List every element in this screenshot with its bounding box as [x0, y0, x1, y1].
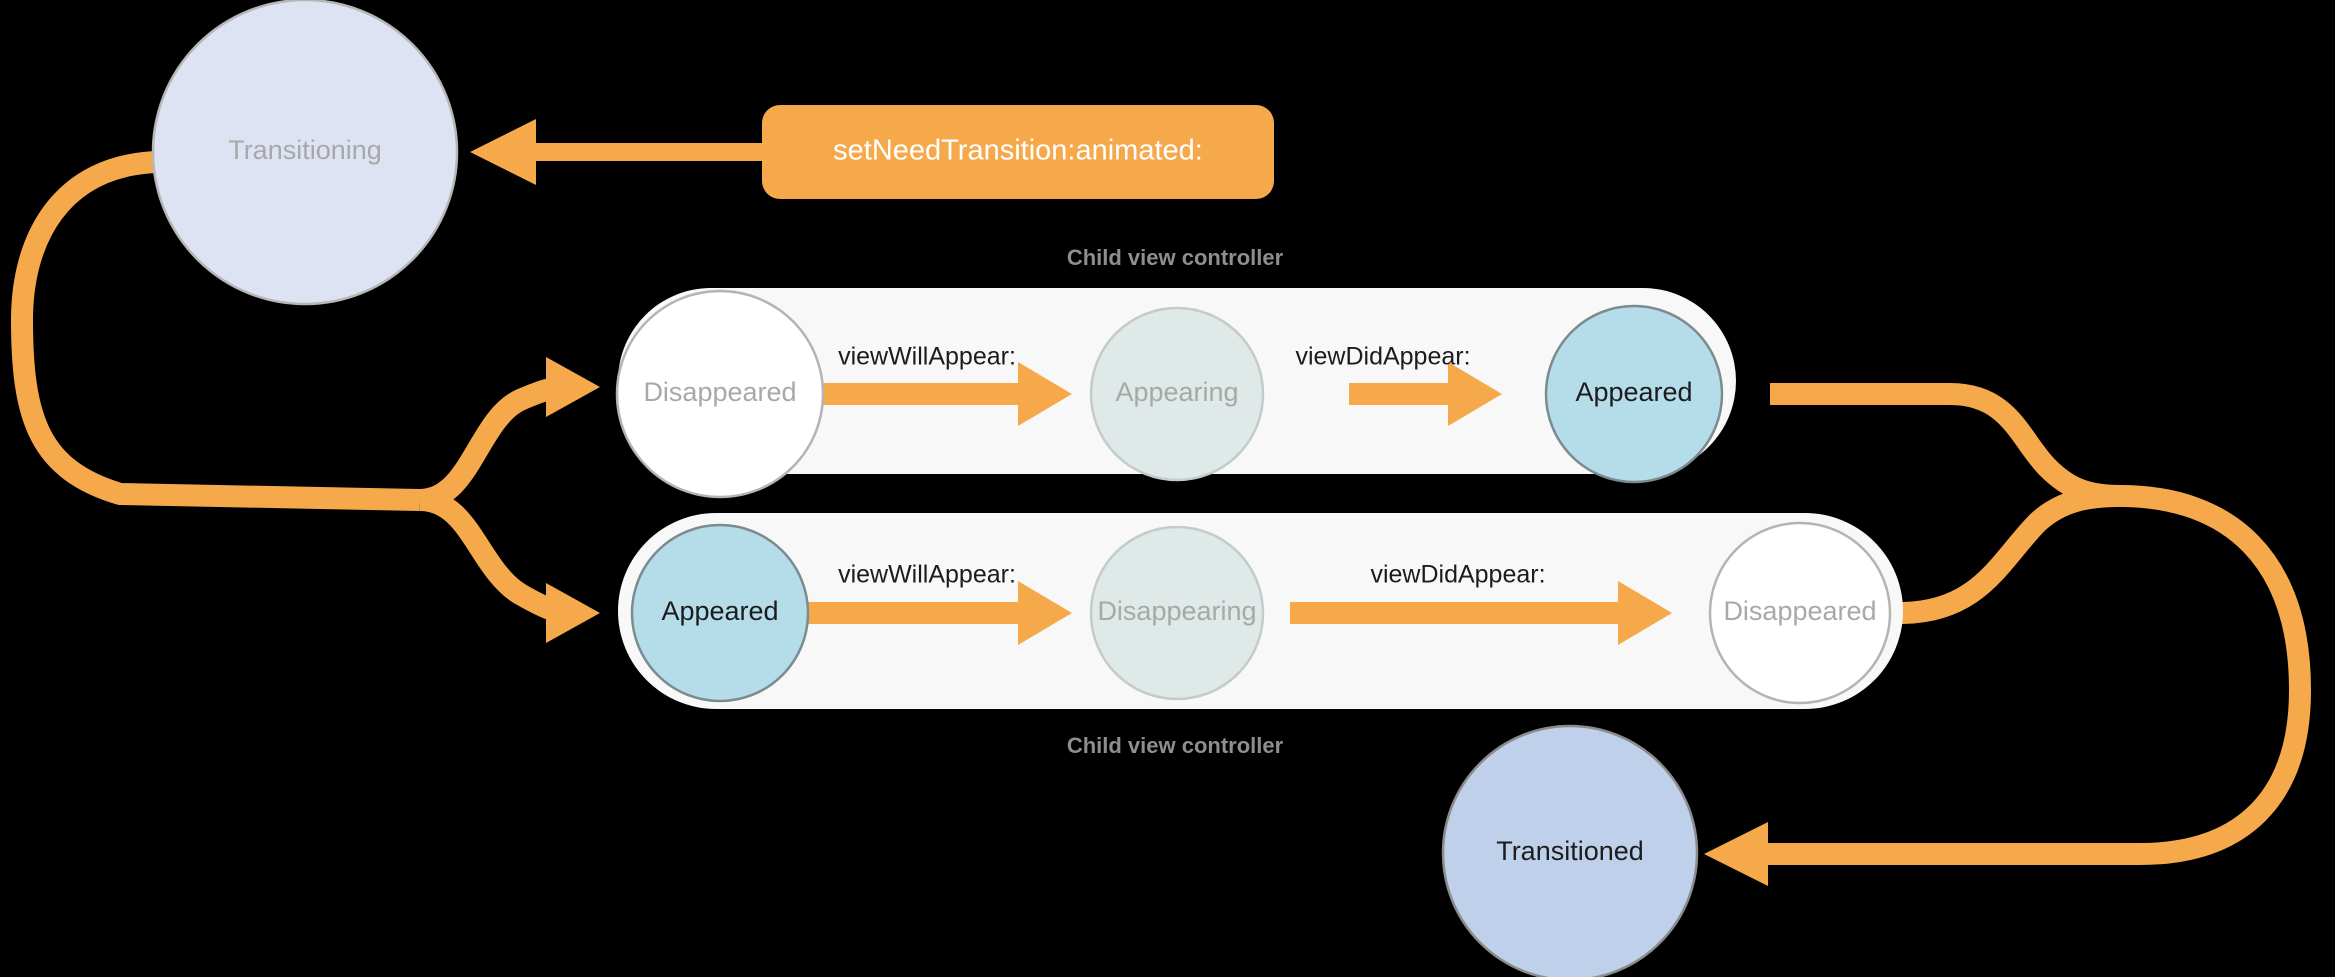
group-appearing-node-2[interactable]: Appearing [1089, 306, 1265, 482]
group-appearing-caption: Child view controller [1067, 245, 1284, 270]
group-disappearing-node-1[interactable]: Appeared [630, 523, 810, 703]
group-disappearing-node-3[interactable]: Disappeared [1708, 521, 1892, 705]
state-label-disappeared-2: Disappeared [1723, 596, 1876, 626]
state-label-appeared: Appeared [1575, 377, 1692, 407]
state-label-transitioned: Transitioned [1496, 836, 1644, 866]
connector-branch-lower [418, 489, 569, 623]
connector-group2-exit [1899, 485, 2121, 624]
state-node-transitioned[interactable]: Transitioned [1441, 724, 1699, 977]
state-label-disappearing: Disappearing [1097, 596, 1256, 626]
group-disappearing-node-2[interactable]: Disappearing [1089, 525, 1265, 701]
transition-label-will-appear-2: viewWillAppear: [838, 561, 1016, 589]
state-label-appearing: Appearing [1115, 377, 1238, 407]
group-appearing-node-1[interactable]: Disappeared [615, 289, 825, 499]
action-button-set-need-transition[interactable]: setNeedTransition:animated: [762, 105, 1274, 199]
action-button-label: setNeedTransition:animated: [833, 135, 1203, 167]
state-label-transitioning: Transitioning [228, 135, 382, 165]
transition-label-will-appear-1: viewWillAppear: [838, 343, 1016, 371]
group-disappearing-caption: Child view controller [1067, 733, 1284, 758]
diagram-canvas: Child view controller Disappeared Appear… [0, 0, 2335, 977]
arrowhead-into-group1 [546, 357, 600, 417]
state-node-transitioning[interactable]: Transitioning [151, 0, 459, 306]
transition-label-did-appear-1: viewDidAppear: [1295, 343, 1470, 371]
arrowhead-into-group2 [546, 583, 600, 643]
group-appearing-node-3[interactable]: Appeared [1544, 304, 1724, 484]
state-machine-diagram: Child view controller Disappeared Appear… [11, 0, 2311, 977]
connector-branch-upper [418, 376, 569, 511]
connector-group1-exit [1770, 383, 2121, 507]
arrowhead-into-transitioning [470, 119, 536, 185]
state-label-appeared-2: Appeared [661, 596, 778, 626]
state-label-disappeared: Disappeared [643, 377, 796, 407]
group-appearing: Child view controller Disappeared Appear… [615, 245, 1736, 499]
group-disappearing: Appeared Disappearing Disappeared viewWi… [618, 513, 1903, 758]
arrowhead-into-transitioned [1704, 822, 1768, 886]
transition-label-did-appear-2: viewDidAppear: [1370, 561, 1545, 589]
